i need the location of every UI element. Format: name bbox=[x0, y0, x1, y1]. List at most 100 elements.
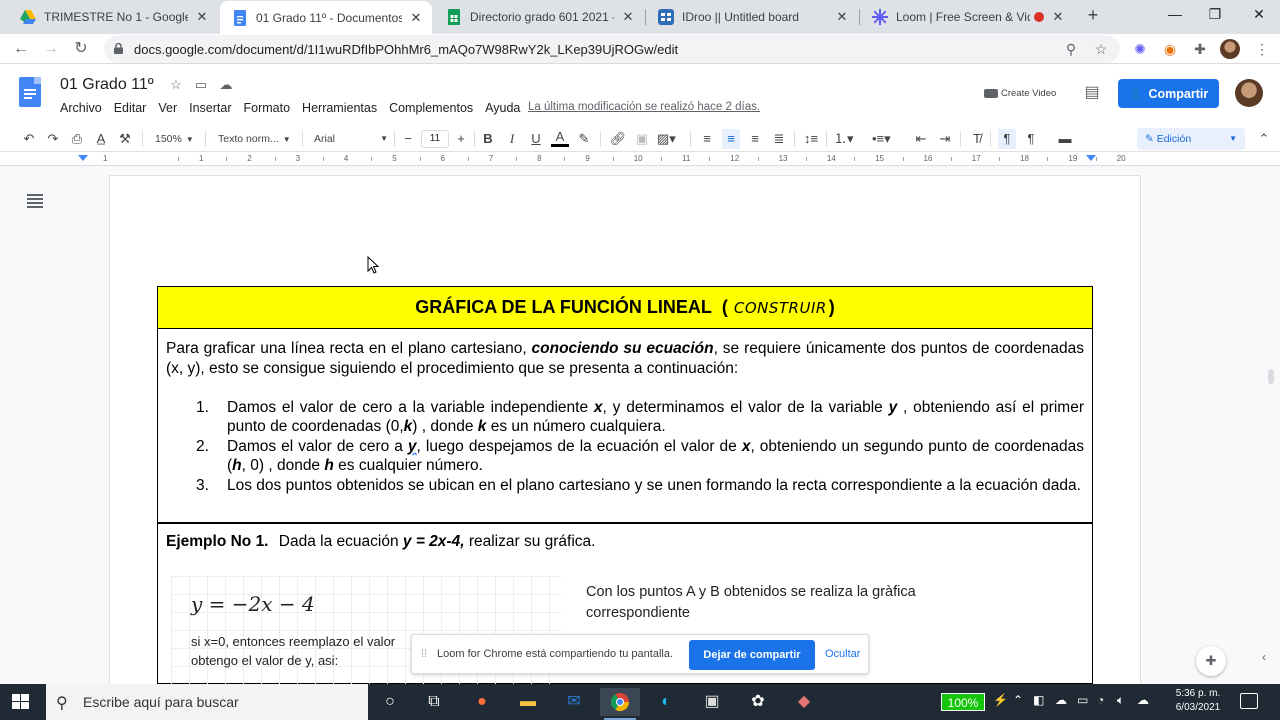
move-folder-icon[interactable]: ▭ bbox=[193, 77, 209, 93]
onedrive-icon[interactable]: ☁ bbox=[1137, 693, 1149, 707]
hide-button[interactable]: Ocultar bbox=[825, 648, 860, 660]
last-edit-link[interactable]: La última modificación se realizó hace 2… bbox=[528, 101, 760, 113]
back-arrow-icon[interactable]: ← bbox=[10, 38, 32, 60]
stop-sharing-button[interactable]: Dejar de compartir bbox=[689, 640, 815, 670]
close-tab-icon[interactable]: ✕ bbox=[1050, 9, 1066, 25]
decrease-font-icon[interactable]: − bbox=[399, 129, 417, 149]
add-comment-icon[interactable]: ▣ bbox=[633, 129, 651, 149]
document-outline-icon[interactable] bbox=[27, 192, 43, 208]
menu-ver[interactable]: Ver bbox=[152, 99, 183, 117]
windows-start-icon[interactable] bbox=[12, 694, 30, 710]
close-window-icon[interactable]: ✕ bbox=[1236, 0, 1280, 30]
cloud-icon[interactable]: ☁ bbox=[1055, 693, 1067, 707]
side-panel-chevron-icon[interactable]: ‹ bbox=[1262, 650, 1266, 664]
app-icon[interactable]: ✿ bbox=[738, 688, 778, 716]
print-icon[interactable]: ⎙ bbox=[68, 129, 86, 149]
app-icon-2[interactable]: ◆ bbox=[784, 688, 824, 716]
bulleted-list-icon[interactable]: •≡▾ bbox=[872, 129, 891, 149]
profile-avatar[interactable] bbox=[1220, 39, 1240, 59]
reload-icon[interactable]: ↻ bbox=[70, 38, 92, 60]
chrome-icon[interactable] bbox=[600, 688, 640, 720]
cloud-status-icon[interactable]: ☁ bbox=[218, 77, 234, 93]
increase-font-icon[interactable]: + bbox=[452, 129, 470, 149]
left-indent-marker[interactable] bbox=[78, 155, 88, 161]
cortana-icon[interactable]: ○ bbox=[370, 688, 410, 716]
tab-google-sheets[interactable]: Directorio grado 601 2021 - Hojas de cál… bbox=[434, 0, 644, 33]
align-left-icon[interactable]: ≡ bbox=[698, 129, 716, 149]
menu-formato[interactable]: Formato bbox=[238, 99, 297, 117]
insert-image-icon[interactable]: ▨▾ bbox=[657, 129, 676, 149]
tray-icon[interactable]: ◧ bbox=[1033, 693, 1044, 707]
wifi-icon[interactable]: ◔ bbox=[1097, 693, 1104, 707]
menu-complementos[interactable]: Complementos bbox=[383, 99, 479, 117]
mail-icon[interactable]: ✉ bbox=[554, 688, 594, 716]
account-avatar[interactable] bbox=[1235, 79, 1263, 107]
zoom-select[interactable]: 150% ▼ bbox=[155, 129, 194, 149]
firefox-icon[interactable]: ● bbox=[462, 688, 502, 716]
link-icon[interactable]: 🔗︎ bbox=[609, 129, 627, 149]
editing-mode-select[interactable]: ✎ Edición ▼ bbox=[1137, 128, 1245, 150]
battery-icon[interactable]: ▭ bbox=[1077, 693, 1088, 707]
text-color-icon[interactable]: A bbox=[551, 129, 569, 147]
font-size-input[interactable]: 11 bbox=[421, 130, 449, 148]
close-tab-icon[interactable]: ✕ bbox=[194, 9, 210, 25]
forward-arrow-icon[interactable]: → bbox=[40, 38, 62, 60]
restore-icon[interactable]: ❐ bbox=[1192, 0, 1238, 30]
close-tab-icon[interactable]: ✕ bbox=[834, 9, 850, 25]
line-spacing-icon[interactable]: ↕≡ bbox=[802, 129, 820, 149]
star-icon[interactable]: ☆ bbox=[168, 77, 184, 93]
store-icon[interactable]: ▣ bbox=[692, 688, 732, 716]
bold-icon[interactable]: B bbox=[479, 129, 497, 149]
ltr-text-icon[interactable]: ¶ bbox=[998, 129, 1016, 149]
menu-ayuda[interactable]: Ayuda bbox=[479, 99, 526, 117]
style-select[interactable]: Texto norm... ▼ bbox=[218, 129, 291, 149]
menu-insertar[interactable]: Insertar bbox=[183, 99, 237, 117]
vertical-scrollbar[interactable] bbox=[1268, 369, 1274, 384]
menu-kebab-icon[interactable]: ⋮ bbox=[1252, 39, 1272, 59]
close-tab-icon[interactable]: ✕ bbox=[620, 9, 636, 25]
notification-icon[interactable] bbox=[1240, 693, 1258, 709]
document-title[interactable]: 01 Grado 11º bbox=[60, 76, 154, 94]
tab-idroo[interactable]: IDroo || Untitled board ✕ bbox=[646, 0, 858, 33]
share-button[interactable]: 👤 Compartir bbox=[1118, 79, 1219, 108]
volume-icon[interactable]: 🔈︎ bbox=[1117, 693, 1124, 708]
battery-indicator[interactable]: 100% bbox=[941, 693, 985, 711]
menu-editar[interactable]: Editar bbox=[108, 99, 153, 117]
highlight-icon[interactable]: ✎ bbox=[575, 129, 593, 149]
system-clock[interactable]: 5:36 p. m. 6/03/2021 bbox=[1168, 687, 1228, 715]
rtl-text-icon[interactable]: ¶ bbox=[1022, 129, 1040, 149]
paint-format-icon[interactable]: ⚒ bbox=[116, 129, 134, 149]
new-tab-icon[interactable]: + bbox=[1082, 4, 1104, 26]
file-explorer-icon[interactable]: ▬ bbox=[508, 688, 548, 716]
numbered-list-icon[interactable]: ⒈▾ bbox=[834, 129, 854, 149]
align-justify-icon[interactable]: ≣ bbox=[770, 129, 788, 149]
tab-loom[interactable]: Loom | Free Screen & Video Recording ✕ bbox=[860, 0, 1074, 33]
loom-extension-icon[interactable]: ✺ bbox=[1130, 39, 1150, 59]
close-tab-icon[interactable]: ✕ bbox=[408, 10, 424, 26]
explore-icon[interactable]: ✚ bbox=[1196, 646, 1226, 676]
extension-icon[interactable]: ◉ bbox=[1160, 39, 1180, 59]
zoom-icon[interactable]: ⚲ bbox=[1062, 40, 1080, 58]
clear-formatting-icon[interactable]: T̸ bbox=[968, 129, 986, 149]
taskbar-search[interactable]: ⚲ Escribe aquí para buscar bbox=[46, 684, 368, 720]
undo-icon[interactable]: ↶ bbox=[20, 129, 38, 149]
google-docs-logo-icon[interactable] bbox=[19, 77, 41, 107]
power-icon[interactable]: ⚡ bbox=[993, 693, 1008, 707]
show-hidden-icons[interactable]: ⌃ bbox=[1013, 693, 1023, 707]
comment-icon[interactable]: ▤ bbox=[1082, 82, 1102, 102]
puzzle-icon[interactable]: ✚ bbox=[1190, 39, 1210, 59]
keyboard-icon[interactable]: ▬ bbox=[1056, 129, 1074, 149]
font-select[interactable]: Arial ▼ bbox=[314, 129, 388, 149]
spellcheck-icon[interactable]: A̲ bbox=[92, 129, 110, 149]
drag-handle-icon[interactable]: ⁞⁞ bbox=[421, 648, 427, 660]
menu-archivo[interactable]: Archivo bbox=[54, 99, 108, 117]
bookmark-star-icon[interactable]: ☆ bbox=[1092, 40, 1110, 58]
underline-icon[interactable]: U bbox=[527, 129, 545, 149]
task-view-icon[interactable]: ⧉ bbox=[414, 688, 454, 716]
menu-herramientas[interactable]: Herramientas bbox=[296, 99, 383, 117]
right-indent-marker[interactable] bbox=[1086, 155, 1096, 161]
align-right-icon[interactable]: ≡ bbox=[746, 129, 764, 149]
align-center-icon[interactable]: ≡ bbox=[722, 129, 740, 149]
create-video-button[interactable]: Create Video bbox=[984, 88, 1056, 99]
collapse-menus-icon[interactable]: ⌃ bbox=[1255, 129, 1273, 149]
